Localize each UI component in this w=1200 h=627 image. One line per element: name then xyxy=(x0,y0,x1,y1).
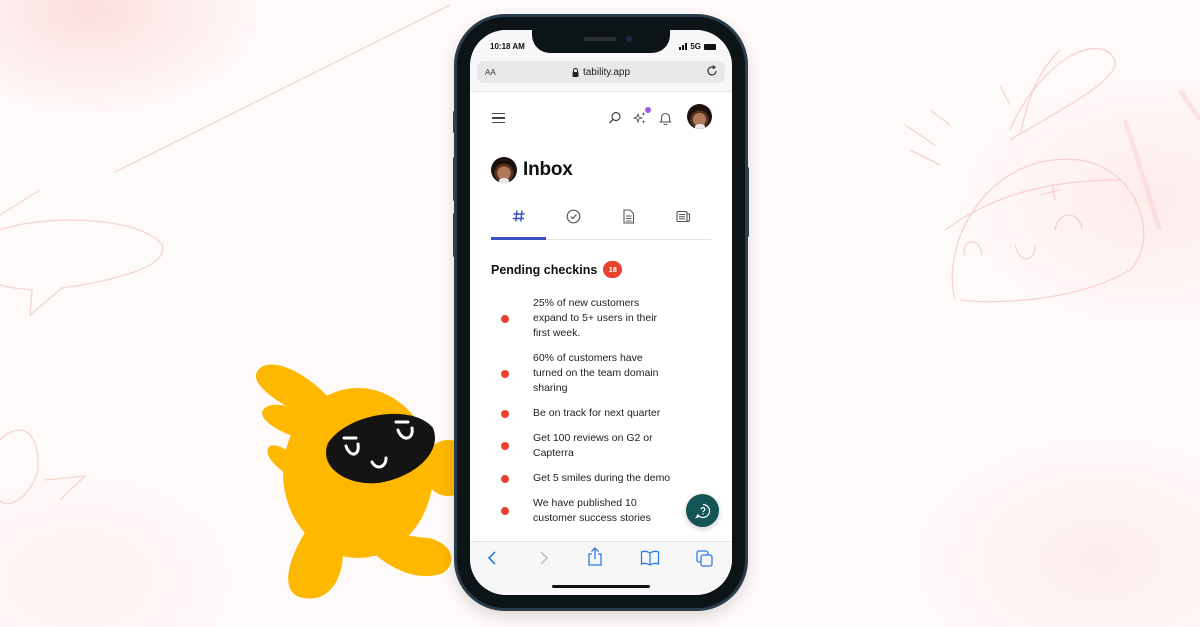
status-dot xyxy=(501,507,509,515)
tab-checkins[interactable] xyxy=(491,196,546,240)
status-dot xyxy=(501,442,509,450)
battery-icon xyxy=(704,43,716,50)
checkin-list: 25% of new customers expand to 5+ users … xyxy=(501,296,671,536)
share-icon[interactable] xyxy=(587,547,603,566)
home-indicator[interactable] xyxy=(552,585,650,588)
tabs-icon[interactable] xyxy=(696,550,713,567)
checkin-item[interactable]: Get 100 reviews on G2 or Capterra xyxy=(501,431,671,461)
document-icon xyxy=(623,208,635,224)
checkin-item[interactable]: We have published 10 customer success st… xyxy=(501,496,671,526)
tab-tasks[interactable] xyxy=(546,196,601,236)
address-bar[interactable]: AA tability.app xyxy=(477,61,725,83)
checkin-title: We have published 10 customer success st… xyxy=(533,497,651,524)
help-button[interactable] xyxy=(686,494,719,527)
tab-updates[interactable] xyxy=(656,196,711,236)
volume-up-button xyxy=(453,157,456,201)
menu-icon[interactable] xyxy=(492,113,505,126)
hashtag-icon xyxy=(512,210,524,222)
pending-checkins-header: Pending checkins 18 xyxy=(491,261,623,278)
notification-dot xyxy=(645,107,651,113)
text-size-button[interactable]: AA xyxy=(485,68,496,77)
signal-icon xyxy=(679,43,688,50)
tab-documents[interactable] xyxy=(601,196,656,236)
checkin-title: Be on track for next quarter xyxy=(533,407,661,419)
pending-count-badge: 18 xyxy=(603,261,623,278)
newspaper-icon xyxy=(676,210,691,222)
checkin-title: Get 5 smiles during the demo xyxy=(533,472,671,484)
checkin-item[interactable]: Be on track for next quarter xyxy=(501,406,671,421)
power-button xyxy=(746,167,749,237)
chevron-left-icon[interactable] xyxy=(486,550,500,566)
network-label: 5G xyxy=(690,42,701,51)
phone-frame: 10:18 AM 5G AA tability.app Inbox Pendin… xyxy=(453,17,749,608)
inbox-tabs xyxy=(491,196,711,240)
status-time: 10:18 AM xyxy=(490,42,525,51)
chevron-right-icon[interactable] xyxy=(536,550,550,566)
status-dot xyxy=(501,369,509,378)
lock-icon xyxy=(572,67,579,77)
volume-down-button xyxy=(453,213,456,257)
app-content: Inbox Pending checkins 18 25% of new cus… xyxy=(470,92,732,541)
status-dot xyxy=(501,314,509,323)
reload-icon[interactable] xyxy=(705,64,719,78)
book-icon[interactable] xyxy=(640,550,660,566)
phone-screen: 10:18 AM 5G AA tability.app Inbox Pendin… xyxy=(470,30,732,595)
checkin-title: 25% of new customers expand to 5+ users … xyxy=(533,297,658,339)
url-text: tability.app xyxy=(582,66,631,78)
page-header: Inbox xyxy=(491,157,573,183)
mascot-illustration xyxy=(255,364,473,599)
inbox-avatar xyxy=(491,157,517,183)
sparkles-icon[interactable] xyxy=(633,111,647,125)
checkin-item[interactable]: 60% of customers have turned on the team… xyxy=(501,351,671,396)
mascot-leg xyxy=(368,528,452,577)
checkin-item[interactable]: Get 5 smiles during the demo xyxy=(501,471,671,486)
search-icon[interactable] xyxy=(608,111,622,125)
checkin-item[interactable]: 25% of new customers expand to 5+ users … xyxy=(501,296,671,341)
page-title: Inbox xyxy=(523,159,573,180)
camera xyxy=(626,36,632,42)
status-dot xyxy=(501,409,509,418)
user-avatar[interactable] xyxy=(687,104,712,129)
notch xyxy=(532,30,670,53)
browser-toolbar xyxy=(470,541,732,595)
browser-address-area: AA tability.app xyxy=(470,58,732,92)
check-circle-icon xyxy=(566,209,581,223)
mute-switch xyxy=(453,111,456,133)
checkin-title: 60% of customers have turned on the team… xyxy=(533,352,659,394)
status-dot xyxy=(501,474,509,483)
speaker xyxy=(584,37,616,41)
status-indicators: 5G xyxy=(679,42,716,51)
bell-icon[interactable] xyxy=(659,111,672,125)
section-title: Pending checkins xyxy=(491,262,598,277)
help-chat-icon xyxy=(694,503,710,519)
checkin-title: Get 100 reviews on G2 or Capterra xyxy=(533,432,653,459)
top-navigation xyxy=(470,104,732,132)
